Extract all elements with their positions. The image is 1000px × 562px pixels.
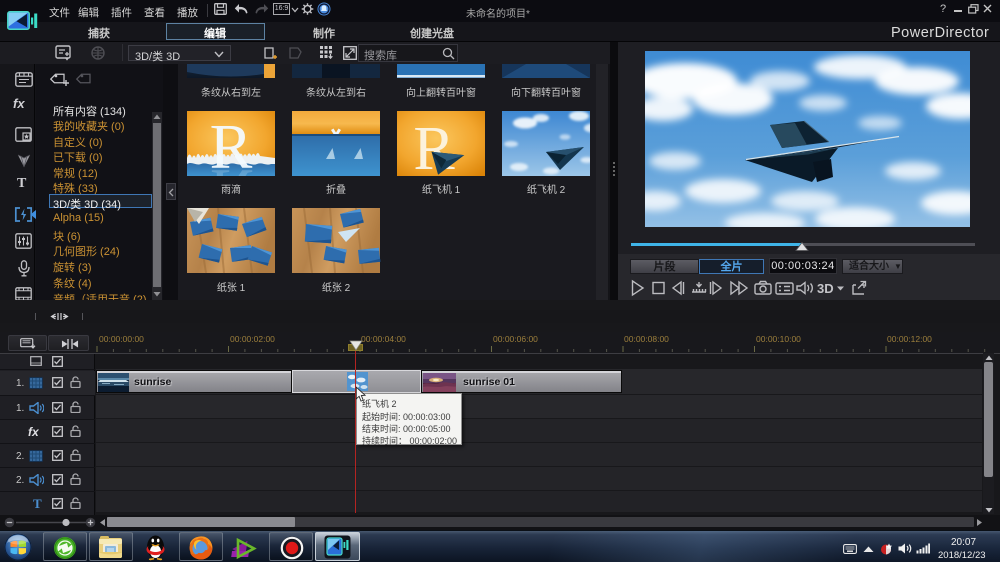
svg-text:R: R bbox=[413, 115, 455, 183]
svg-text:00:00:12:00: 00:00:12:00 bbox=[887, 334, 932, 344]
svg-text:3D: 3D bbox=[817, 281, 834, 296]
svg-text:00:00:04:00: 00:00:04:00 bbox=[361, 334, 406, 344]
svg-text:00:00:00:00: 00:00:00:00 bbox=[99, 334, 144, 344]
svg-text:00:00:08:00: 00:00:08:00 bbox=[624, 334, 669, 344]
svg-text:00:00:02:00: 00:00:02:00 bbox=[230, 334, 275, 344]
svg-text:00:00:06:00: 00:00:06:00 bbox=[493, 334, 538, 344]
svg-text:00:00:10:00: 00:00:10:00 bbox=[756, 334, 801, 344]
